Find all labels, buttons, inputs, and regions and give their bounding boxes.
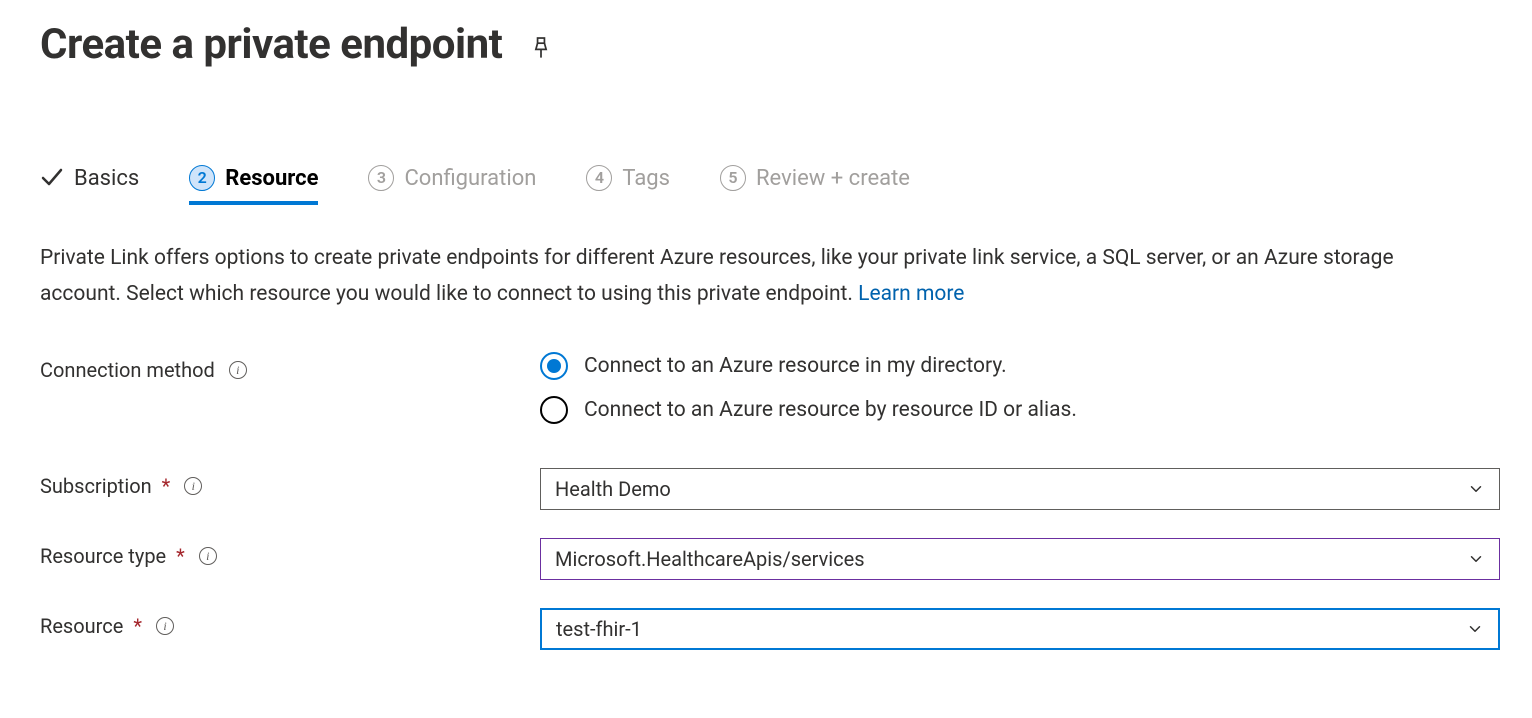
chevron-down-icon <box>1467 550 1485 568</box>
chevron-down-icon <box>1467 480 1485 498</box>
wizard-tabs: Basics 2 Resource 3 Configuration 4 Tags… <box>40 159 1492 205</box>
page-title: Create a private endpoint <box>40 20 502 69</box>
info-icon[interactable]: i <box>199 547 217 565</box>
info-icon[interactable]: i <box>229 361 247 379</box>
subscription-label: Subscription * i <box>40 468 540 498</box>
tab-review-create[interactable]: 5 Review + create <box>720 159 910 205</box>
checkmark-icon <box>40 166 64 190</box>
description-text: Private Link offers options to create pr… <box>40 246 1394 306</box>
tab-tags[interactable]: 4 Tags <box>586 159 670 205</box>
connection-method-radio-my-directory[interactable]: Connect to an Azure resource in my direc… <box>540 352 1492 380</box>
select-value: Microsoft.HealthcareApis/services <box>555 547 865 571</box>
field-label-text: Resource type <box>40 544 166 568</box>
tab-description: Private Link offers options to create pr… <box>40 241 1470 312</box>
select-value: Health Demo <box>555 477 671 501</box>
pin-icon[interactable] <box>530 31 552 59</box>
tab-label: Review + create <box>756 166 910 191</box>
step-number-icon: 5 <box>720 165 746 191</box>
tab-label: Resource <box>225 166 318 191</box>
tab-configuration[interactable]: 3 Configuration <box>368 159 536 205</box>
field-label-text: Subscription <box>40 474 152 498</box>
learn-more-link[interactable]: Learn more <box>858 282 964 306</box>
radio-label: Connect to an Azure resource in my direc… <box>584 354 1007 378</box>
required-indicator: * <box>162 474 171 498</box>
subscription-select[interactable]: Health Demo <box>540 468 1500 510</box>
resource-label: Resource * i <box>40 608 540 638</box>
field-label-text: Connection method <box>40 358 215 382</box>
tab-label: Tags <box>622 166 670 191</box>
tab-label: Configuration <box>404 166 536 191</box>
step-number-icon: 2 <box>189 165 215 191</box>
radio-label: Connect to an Azure resource by resource… <box>584 398 1077 422</box>
connection-method-label: Connection method i <box>40 352 540 382</box>
tab-basics[interactable]: Basics <box>40 159 139 205</box>
tab-label: Basics <box>74 166 139 191</box>
chevron-down-icon <box>1466 620 1484 638</box>
tab-resource[interactable]: 2 Resource <box>189 159 318 205</box>
resource-select[interactable]: test-fhir-1 <box>540 608 1500 650</box>
info-icon[interactable]: i <box>184 477 202 495</box>
select-value: test-fhir-1 <box>556 617 642 641</box>
info-icon[interactable]: i <box>156 617 174 635</box>
step-number-icon: 4 <box>586 165 612 191</box>
required-indicator: * <box>176 544 185 568</box>
radio-icon <box>540 352 568 380</box>
radio-icon <box>540 396 568 424</box>
resource-type-label: Resource type * i <box>40 538 540 568</box>
resource-type-select[interactable]: Microsoft.HealthcareApis/services <box>540 538 1500 580</box>
required-indicator: * <box>133 614 142 638</box>
step-number-icon: 3 <box>368 165 394 191</box>
connection-method-radio-by-id[interactable]: Connect to an Azure resource by resource… <box>540 396 1492 424</box>
field-label-text: Resource <box>40 614 123 638</box>
